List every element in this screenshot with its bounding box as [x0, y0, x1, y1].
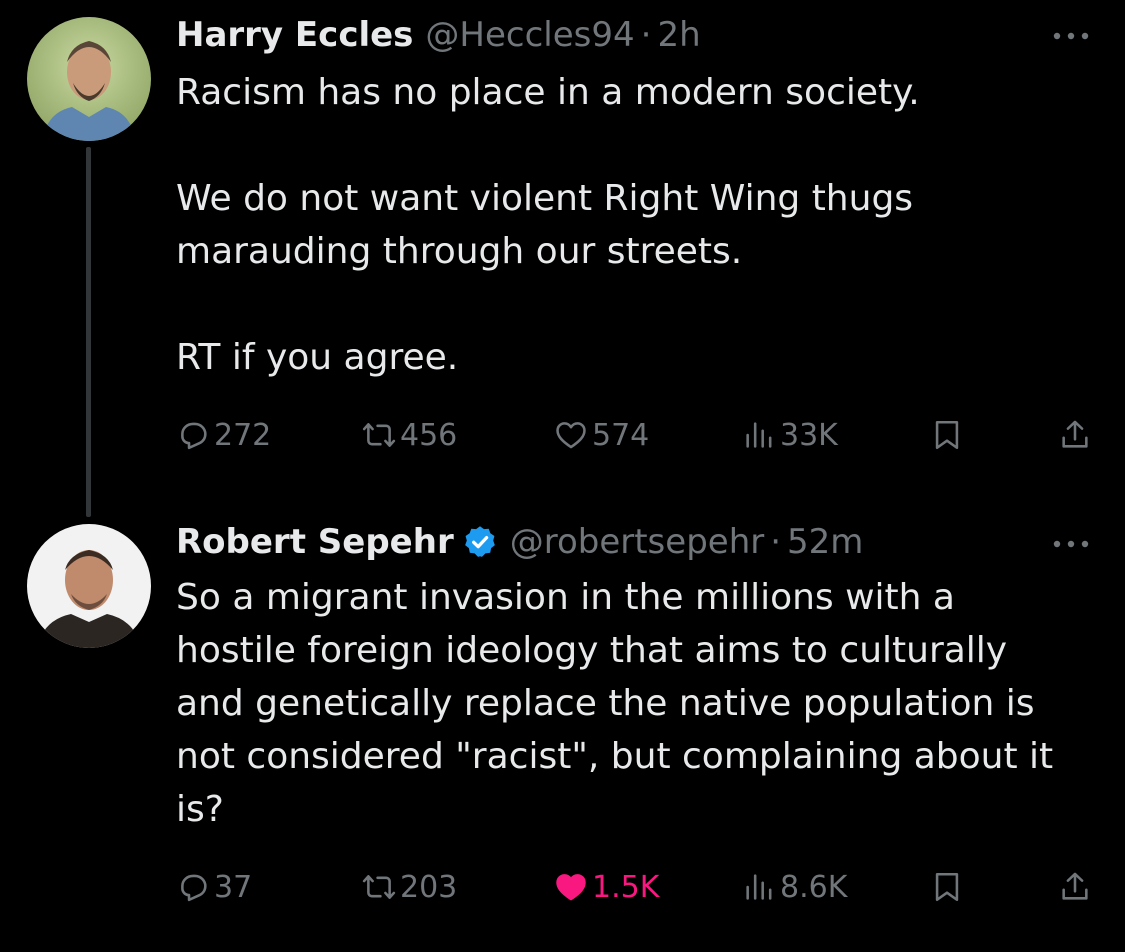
retweet-icon — [362, 875, 396, 899]
like-count: 574 — [592, 417, 650, 453]
display-name[interactable]: Robert Sepehr — [176, 520, 454, 564]
thread-line — [86, 147, 91, 517]
action-bar: 272 456 574 33K — [176, 413, 1096, 457]
heart-icon — [556, 422, 586, 449]
verified-badge-icon[interactable] — [462, 524, 498, 560]
action-bar: 37 203 1.5K 8.6K — [176, 865, 1096, 909]
tweet-paragraph: Racism has no place in a modern society. — [176, 72, 920, 113]
tweet-header: Harry Eccles @Heccles94 · 2h — [176, 13, 701, 57]
tweet[interactable]: Robert Sepehr @robertsepehr · 52m So a m… — [0, 500, 1125, 952]
tweet-header: Robert Sepehr @robertsepehr · 52m — [176, 520, 863, 564]
avatar[interactable] — [27, 524, 151, 648]
tweet-paragraph: RT if you agree. — [176, 337, 459, 378]
like-count: 1.5K — [592, 869, 660, 905]
avatar-image — [27, 524, 151, 648]
retweet-count: 203 — [400, 869, 458, 905]
bookmark-icon — [935, 420, 959, 450]
retweet-icon — [362, 423, 396, 447]
reply-button[interactable]: 272 — [176, 413, 271, 457]
more-icon[interactable] — [1051, 534, 1091, 554]
separator: · — [770, 522, 782, 562]
views-button[interactable]: 8.6K — [742, 865, 847, 909]
display-name[interactable]: Harry Eccles — [176, 13, 413, 57]
like-button[interactable]: 1.5K — [554, 865, 659, 909]
reply-count: 37 — [214, 869, 253, 905]
tweet-text: So a migrant invasion in the millions wi… — [176, 571, 1056, 836]
bookmark-icon — [935, 872, 959, 902]
tweet-paragraph: We do not want violent Right Wing thugs … — [176, 178, 914, 272]
bookmark-button[interactable] — [930, 865, 964, 909]
handle[interactable]: @Heccles94 — [425, 13, 634, 57]
views-icon — [746, 422, 772, 448]
views-button[interactable]: 33K — [742, 413, 838, 457]
timestamp[interactable]: 2h — [657, 13, 700, 57]
separator: · — [640, 15, 652, 55]
share-icon — [1062, 872, 1088, 900]
retweet-button[interactable]: 456 — [362, 413, 457, 457]
more-icon[interactable] — [1051, 26, 1091, 46]
views-count: 8.6K — [780, 869, 848, 905]
retweet-count: 456 — [400, 417, 458, 453]
views-icon — [746, 874, 772, 900]
avatar[interactable] — [27, 17, 151, 141]
avatar-image — [27, 17, 151, 141]
reply-icon — [181, 422, 207, 450]
reply-button[interactable]: 37 — [176, 865, 252, 909]
heart-icon — [556, 874, 586, 901]
share-button[interactable] — [1058, 413, 1092, 457]
bookmark-button[interactable] — [930, 413, 964, 457]
like-button[interactable]: 574 — [554, 413, 649, 457]
tweet[interactable]: Harry Eccles @Heccles94 · 2h Racism has … — [0, 0, 1125, 517]
tweet-text: Racism has no place in a modern society.… — [176, 66, 1076, 384]
retweet-button[interactable]: 203 — [362, 865, 457, 909]
tweet-paragraph: So a migrant invasion in the millions wi… — [176, 577, 1054, 830]
reply-icon — [181, 874, 207, 902]
reply-count: 272 — [214, 417, 272, 453]
share-icon — [1062, 420, 1088, 448]
views-count: 33K — [780, 417, 838, 453]
share-button[interactable] — [1058, 865, 1092, 909]
handle[interactable]: @robertsepehr — [510, 520, 765, 564]
timestamp[interactable]: 52m — [787, 520, 863, 564]
